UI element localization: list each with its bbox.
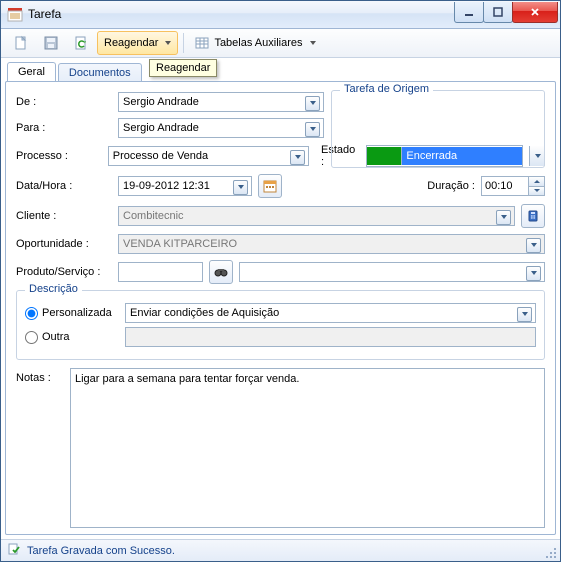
phone-button[interactable] [521,204,545,228]
window: Tarefa Reagendar Tabelas Auxiliares Reag… [0,0,561,562]
descricao-legend: Descrição [25,283,82,295]
spinner-down[interactable] [529,186,544,196]
status-message: Tarefa Gravada com Sucesso. [27,545,175,557]
oportunidade-value: VENDA KITPARCEIRO [123,238,237,250]
label-cliente: Cliente : [16,210,118,222]
radio-outra-wrap[interactable]: Outra [25,331,117,344]
produto-code-input[interactable] [118,262,203,282]
reagendar-label: Reagendar [104,37,158,49]
de-value: Sergio Andrade [123,96,199,108]
label-notas: Notas : [16,368,70,528]
de-combo[interactable]: Sergio Andrade [118,92,324,112]
close-button[interactable] [512,2,558,23]
cliente-value: Combitecnic [123,210,184,222]
processo-combo[interactable]: Processo de Venda [108,146,309,166]
datahora-input[interactable]: 19-09-2012 12:31 [118,176,252,196]
toolbar: Reagendar Tabelas Auxiliares [1,29,560,59]
resize-grip[interactable] [545,547,557,559]
label-oportunidade: Oportunidade : [16,238,118,250]
descricao-group: Descrição Personalizada Enviar condições… [16,290,545,360]
para-combo[interactable]: Sergio Andrade [118,118,324,138]
desc-outra-input[interactable] [125,327,536,347]
tab-geral[interactable]: Geral [7,62,56,82]
tab-content: Tarefa de Origem De : Sergio Andrade Par… [5,81,556,535]
radio-personalizada-wrap[interactable]: Personalizada [25,307,117,320]
processo-value: Processo de Venda [113,150,208,162]
label-datahora: Data/Hora : [16,180,118,192]
radio-personalizada[interactable] [25,307,38,320]
notas-textarea[interactable] [70,368,545,528]
para-value: Sergio Andrade [123,122,199,134]
label-para: Para : [16,122,118,134]
label-duracao: Duração : [427,180,475,192]
origin-group: Tarefa de Origem [331,90,545,168]
dropdown-caret-icon [165,41,171,45]
tabelas-label: Tabelas Auxiliares [214,37,302,49]
status-icon [7,542,21,559]
desc-personalizada-combo[interactable]: Enviar condições de Aquisição [125,303,536,323]
label-processo: Processo : [16,150,108,162]
radio-outra[interactable] [25,331,38,344]
minimize-button[interactable] [454,2,484,23]
oportunidade-combo[interactable]: VENDA KITPARCEIRO [118,234,545,254]
label-de: De : [16,96,118,108]
dropdown-caret-icon [310,41,316,45]
reagendar-button[interactable]: Reagendar [97,31,178,55]
duracao-spinner[interactable] [481,176,545,196]
produto-combo[interactable] [239,262,545,282]
toolbar-separator [183,33,184,53]
label-produto: Produto/Serviço : [16,266,118,278]
produto-search-button[interactable] [209,260,233,284]
spinner-up[interactable] [529,177,544,186]
datahora-value: 19-09-2012 12:31 [123,180,210,192]
window-title: Tarefa [28,7,455,21]
tabstrip: Geral Documentos [1,58,560,81]
new-button[interactable] [7,31,35,55]
tabelas-button[interactable]: Tabelas Auxiliares [189,31,320,55]
duracao-value[interactable] [481,176,529,196]
app-icon [7,6,23,22]
tab-documentos[interactable]: Documentos [58,63,142,82]
radio-personalizada-label: Personalizada [42,307,112,319]
calendar-button[interactable] [258,174,282,198]
origin-legend: Tarefa de Origem [340,83,433,95]
tooltip: Reagendar [149,59,217,77]
save-button[interactable] [37,31,65,55]
refresh-button[interactable] [67,31,95,55]
titlebar: Tarefa [1,1,560,29]
radio-outra-label: Outra [42,331,70,343]
desc-personalizada-value: Enviar condições de Aquisição [130,307,279,319]
maximize-button[interactable] [483,2,513,23]
window-buttons [455,2,558,22]
statusbar: Tarefa Gravada com Sucesso. [1,539,560,561]
cliente-combo[interactable]: Combitecnic [118,206,515,226]
